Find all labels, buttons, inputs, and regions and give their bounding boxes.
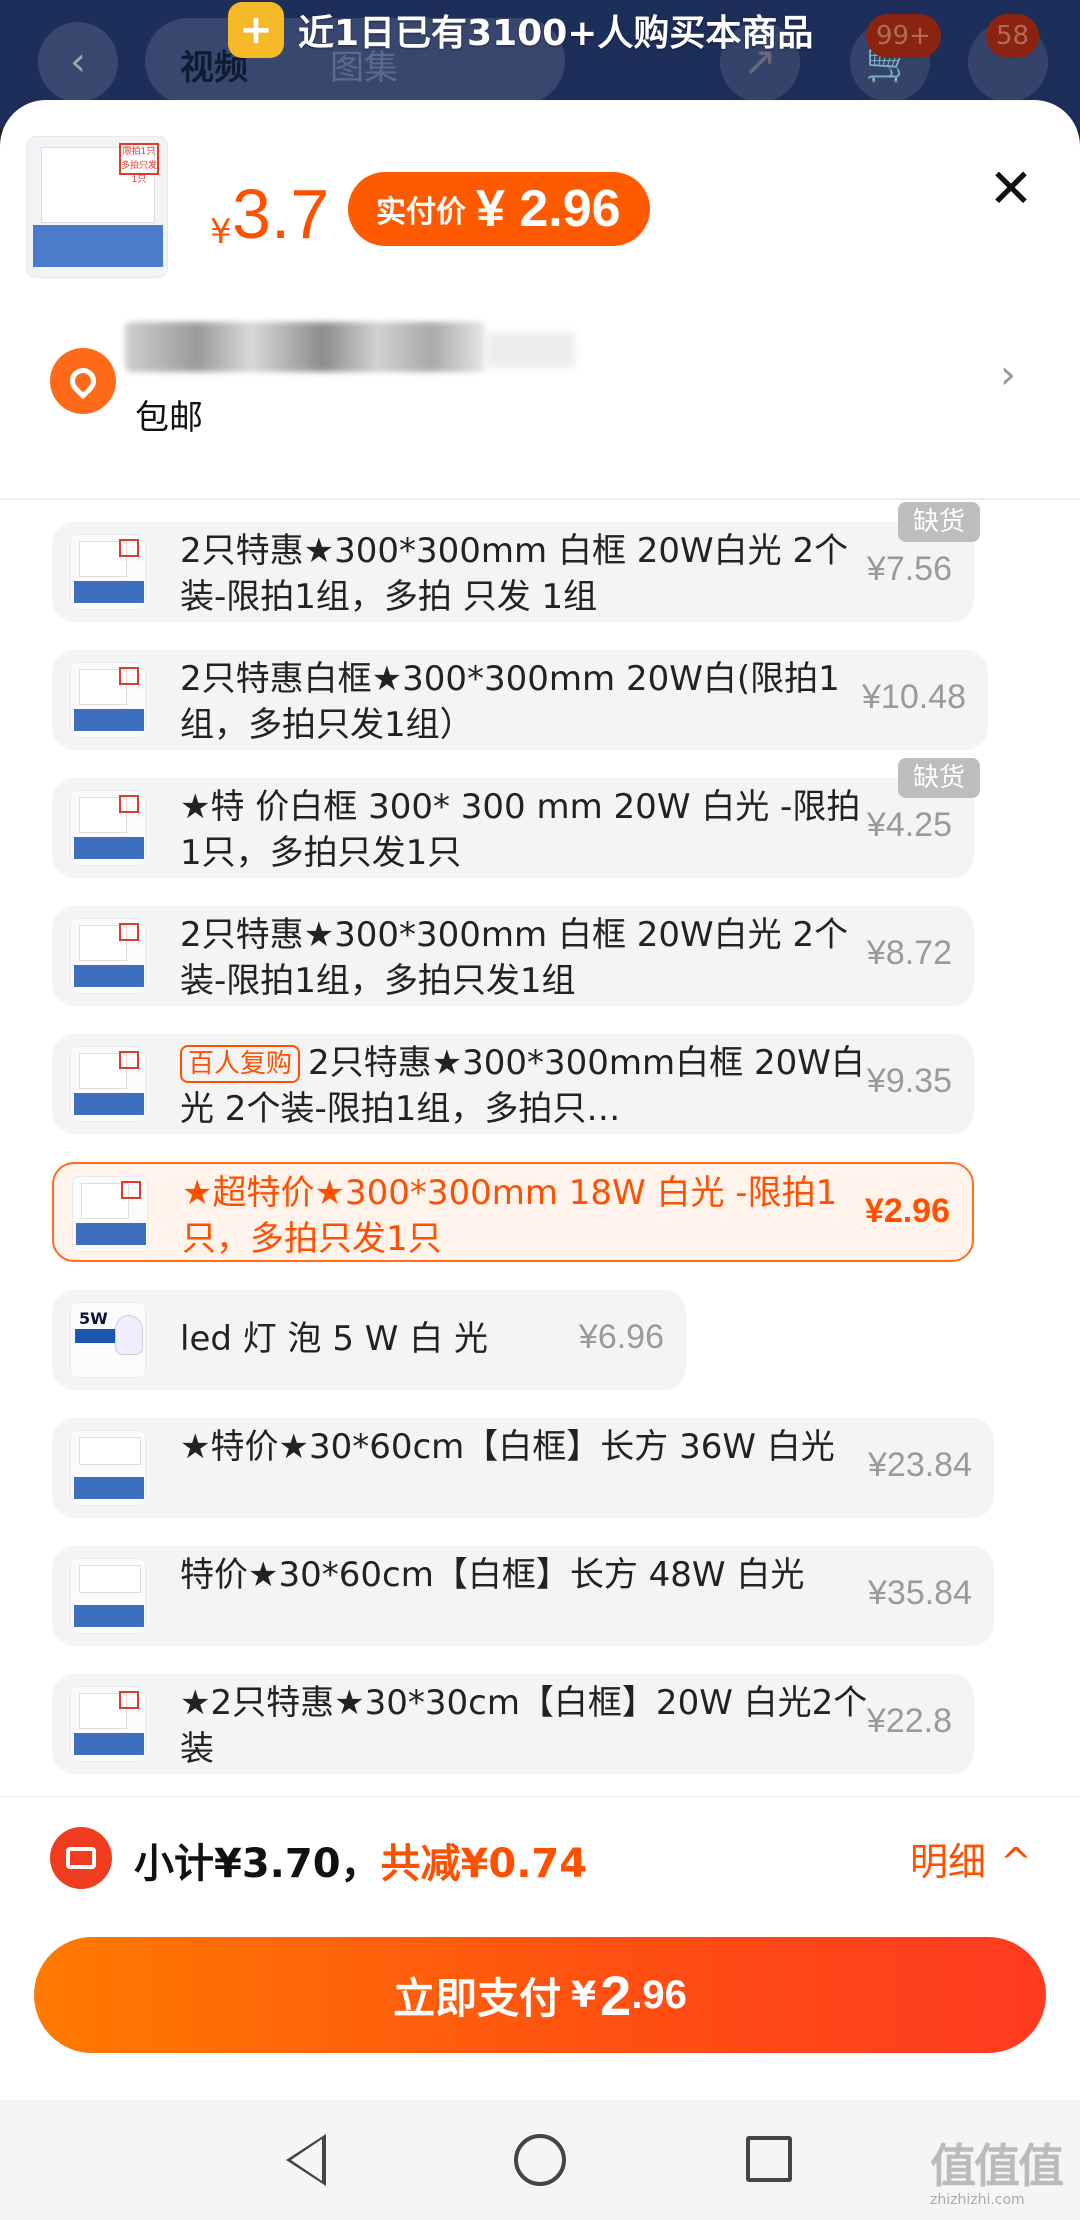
option-thumbnail [70,1686,146,1762]
product-thumbnail[interactable]: 限拍1只 多拍只发1只 [26,136,168,278]
sku-option[interactable]: 百人复购 2只特惠★300*300mm白框 20W白光 2个装-限拍1组，多拍只…… [52,1034,974,1134]
option-thumbnail [70,1430,146,1506]
limit-tag: 限拍1只 多拍只发1只 [119,143,159,185]
system-nav-bar: 值值值 zhizhizhi.com [0,2100,1080,2220]
real-price-pill: 实付价 ¥ 2.96 [348,172,650,246]
pay-label: 立即支付 [393,1973,562,2023]
option-price: ¥6.96 [578,1318,664,1356]
shipping-label: 包邮 [135,398,203,438]
bulb-icon [115,1315,143,1355]
real-price-label: 实付价 [376,195,466,230]
option-name: ★2只特惠★30*30cm【白框】20W 白光2个装 [180,1683,868,1769]
chevron-right-icon[interactable]: › [1000,352,1016,398]
coupon-icon [50,1827,112,1889]
option-name: 2只特惠★300*300mm 白框 20W白光 2个装-限拍1组，多拍 只发 1… [180,531,849,617]
pay-yen: ¥ [571,1974,597,2016]
out-of-stock-badge: 缺货 [898,502,980,542]
option-name: ★超特价★300*300mm 18W 白光 -限拍1只，多拍只发1只 [182,1173,838,1259]
option-thumbnail [70,534,146,610]
nav-home-icon[interactable] [514,2134,566,2186]
sku-option[interactable]: 5W led 灯 泡 5 W 白 光 ¥6.96 [52,1290,686,1390]
sku-option[interactable]: ★2只特惠★30*30cm【白框】20W 白光2个装 ¥22.8 [52,1674,974,1774]
option-thumbnail [70,662,146,738]
option-price: ¥22.8 [866,1702,952,1740]
option-thumbnail [70,790,146,866]
option-price: ¥4.25 [866,806,952,844]
sku-option[interactable]: 2只特惠★300*300mm 白框 20W白光 2个装-限拍1组，多拍 只发 1… [52,502,980,622]
option-price: ¥2.96 [864,1192,950,1230]
cart-badge: 99+ [866,14,941,58]
pay-amount-int: 2 [600,1963,632,2027]
option-name: ★特 价白框 300* 300 mm 20W 白光 -限拍1只，多拍只发1只 [180,787,861,873]
option-name: 特价★30*60cm【白框】长方 48W 白光 [180,1555,805,1595]
subtotal-amount: 小计¥3.70， [134,1841,381,1887]
pay-now-button[interactable]: 立即支付 ¥ 2 .96 [34,1937,1046,2053]
nav-recents-icon[interactable] [746,2136,792,2182]
back-icon: ‹ [38,22,118,102]
option-name: 百人复购 2只特惠★300*300mm白框 20W白光 2个装-限拍1组，多拍只… [180,1040,870,1132]
out-of-stock-badge: 缺货 [898,758,980,798]
sku-option-selected[interactable]: ★超特价★300*300mm 18W 白光 -限拍1只，多拍只发1只 ¥2.96 [52,1162,974,1262]
purchase-banner: + 近1日已有3100+人购买本商品 [228,0,813,60]
option-price: ¥8.72 [866,934,952,972]
sku-option[interactable]: 2只特惠白框★300*300mm 20W白(限拍1组，多拍只发1组） ¥10.4… [52,650,988,750]
option-name: ★特价★30*60cm【白框】长方 36W 白光 [180,1427,835,1467]
location-icon [50,348,116,414]
sku-option[interactable]: 特价★30*60cm【白框】长方 48W 白光 ¥35.84 [52,1546,994,1646]
more-badge: 58 [986,14,1040,58]
rebuy-tag: 百人复购 [180,1045,301,1083]
option-price: ¥7.56 [866,550,952,588]
spec-band [33,225,163,267]
sku-option[interactable]: 2只特惠★300*300mm 白框 20W白光 2个装-限拍1组，多拍只发1组 … [52,906,974,1006]
sku-option[interactable]: ★特 价白框 300* 300 mm 20W 白光 -限拍1只，多拍只发1只 ¥… [52,758,980,878]
address-blurred[interactable] [125,322,485,372]
divider [0,498,1080,500]
close-icon[interactable]: ✕ [978,156,1044,222]
option-thumbnail [70,1558,146,1634]
option-thumbnail [70,918,146,994]
option-price: ¥10.48 [862,678,966,716]
option-price: ¥9.35 [866,1062,952,1100]
watermark-logo: 值值值 [930,2139,1064,2193]
option-name: 2只特惠白框★300*300mm 20W白(限拍1组，多拍只发1组） [180,659,840,745]
banner-text: 近1日已有3100+人购买本商品 [298,13,814,54]
nav-back-icon[interactable] [286,2134,326,2186]
discount-amount: 共减¥0.74 [380,1841,588,1887]
real-price-value: ¥ 2.96 [476,180,621,238]
option-thumbnail [72,1176,148,1252]
option-price: ¥23.84 [868,1446,972,1484]
option-name: 2只特惠★300*300mm 白框 20W白光 2个装-限拍1组，多拍只发1组 [180,915,849,1001]
detail-label: 明细 [910,1840,987,1884]
sku-option[interactable]: ★特价★30*60cm【白框】长方 36W 白光 ¥23.84 [52,1418,994,1518]
bag-plus-icon: + [228,2,284,58]
checkout-bar: 小计¥3.70，共减¥0.74 明细 ^ 立即支付 ¥ 2 .96 [0,1796,1080,2100]
detail-toggle[interactable]: 明细 ^ [910,1831,1032,1886]
price-yen: ¥ [210,212,232,252]
option-thumbnail: 5W [70,1302,146,1378]
bulb-label: 5W [79,1309,108,1328]
option-thumbnail [70,1046,146,1122]
chevron-up-icon: ^ [1000,1840,1032,1884]
option-price: ¥35.84 [868,1574,972,1612]
address-blurred-tail [485,332,575,368]
pay-amount-dec: .96 [631,1972,687,2017]
subtotal: 小计¥3.70，共减¥0.74 [134,1831,587,1889]
price: 3.7 [232,175,330,253]
watermark-url: zhizhizhi.com [930,2192,1025,2208]
option-name: led 灯 泡 5 W 白 光 [180,1319,489,1359]
